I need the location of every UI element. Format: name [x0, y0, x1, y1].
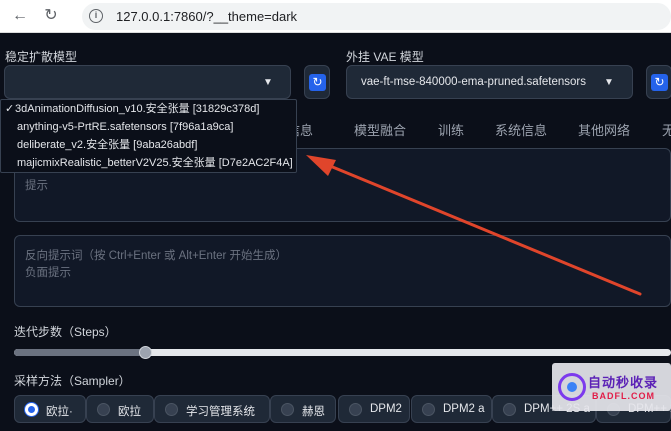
- watermark-line2: BADFL.COM: [592, 391, 655, 401]
- arrow-head: [306, 155, 336, 176]
- watermark: 自动秒收录 BADFL.COM: [552, 363, 671, 411]
- watermark-logo-icon: [558, 373, 586, 401]
- watermark-line1: 自动秒收录: [588, 375, 659, 390]
- arrow-shaft: [316, 159, 642, 296]
